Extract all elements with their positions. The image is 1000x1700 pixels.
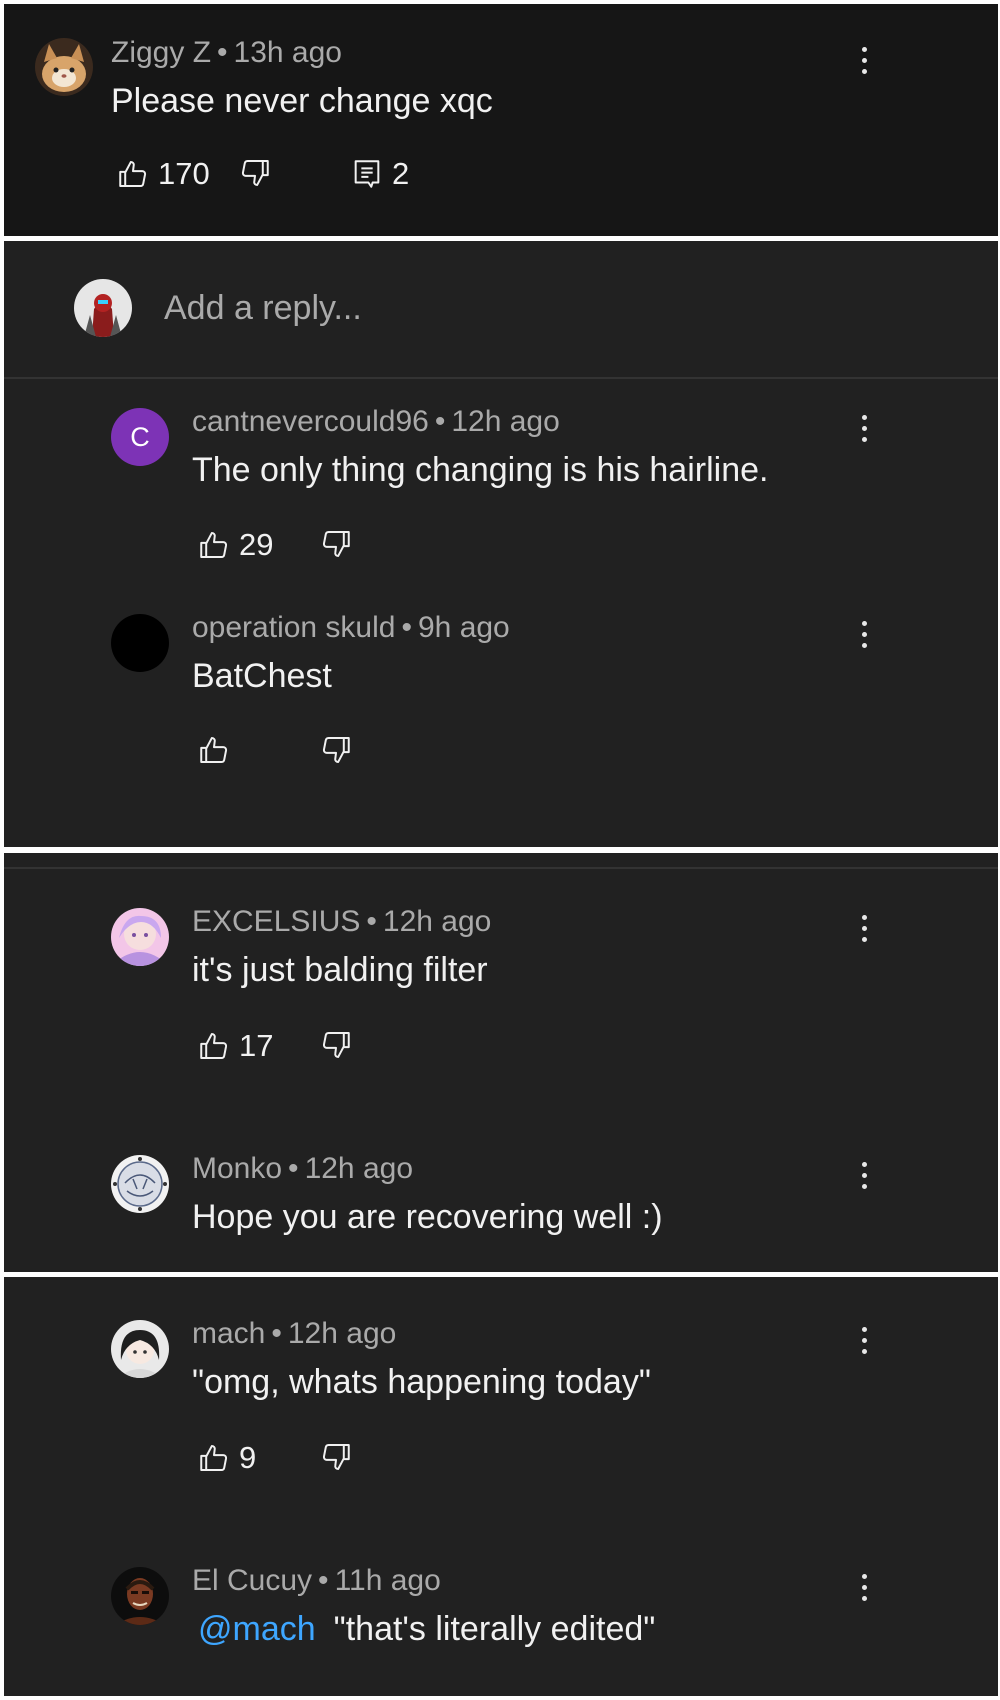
reply-time: 12h ago xyxy=(382,905,492,938)
author-name[interactable]: operation skuld xyxy=(192,611,395,644)
comment-icon xyxy=(350,157,384,191)
like-count: 17 xyxy=(239,1028,274,1063)
author-name[interactable]: mach xyxy=(192,1317,265,1350)
user-avatar xyxy=(74,279,132,337)
like-count: 9 xyxy=(239,1440,257,1475)
dislike-button[interactable] xyxy=(319,733,353,767)
replies-section: mach • 12h ago "omg, whats happening today… xyxy=(4,1277,998,1696)
reply-avatar[interactable] xyxy=(111,614,169,672)
divider xyxy=(4,377,998,379)
replies-section: EXCELSIUS • 12h ago it's just balding filt… xyxy=(4,853,998,1272)
mention-link[interactable]: @mach xyxy=(198,1610,316,1648)
thumb-down-icon xyxy=(319,1028,353,1062)
anime-girl-avatar-icon xyxy=(111,1320,169,1378)
reply-button[interactable]: 2 xyxy=(350,156,409,192)
thumb-up-icon xyxy=(197,733,231,767)
replies-section: Add a reply... C cantnevercould96 • 12h ag… xyxy=(4,241,998,847)
cat-avatar-icon xyxy=(35,38,93,96)
reply-avatar[interactable] xyxy=(111,1155,169,1213)
thumb-down-icon xyxy=(319,1440,353,1474)
dislike-button[interactable] xyxy=(238,156,272,190)
divider xyxy=(4,867,998,869)
author-name[interactable]: Monko xyxy=(192,1152,282,1185)
reply-text: @mach "that's literally edited" xyxy=(192,1610,655,1649)
more-vert-icon[interactable] xyxy=(849,1562,879,1612)
man-avatar-icon xyxy=(111,1567,169,1625)
thumb-up-icon xyxy=(197,528,231,562)
more-vert-icon[interactable] xyxy=(849,403,879,453)
sketch-avatar-icon xyxy=(111,1155,169,1213)
thumb-up-icon xyxy=(197,1029,231,1063)
dislike-button[interactable] xyxy=(319,1028,353,1062)
reply-time: 11h ago xyxy=(334,1564,441,1597)
reply-avatar[interactable]: C xyxy=(111,408,169,466)
thumb-down-icon xyxy=(238,156,272,190)
reply-meta: El Cucuy • 11h ago xyxy=(192,1564,441,1597)
thumb-up-icon xyxy=(197,1441,231,1475)
thumb-up-icon xyxy=(116,157,150,191)
like-button[interactable]: 17 xyxy=(197,1028,273,1064)
reply-time: 9h ago xyxy=(417,611,510,644)
more-vert-icon[interactable] xyxy=(849,1150,879,1200)
like-button[interactable]: 29 xyxy=(197,527,273,563)
robot-avatar-icon xyxy=(74,279,132,337)
more-vert-icon[interactable] xyxy=(849,1315,879,1365)
reply-text: "omg, whats happening today" xyxy=(192,1363,651,1401)
reply-time: 12h ago xyxy=(451,405,560,438)
like-button[interactable] xyxy=(197,733,231,767)
author-name[interactable]: El Cucuy xyxy=(192,1564,312,1597)
main-comment: Ziggy Z • 13h ago Please never change xqc … xyxy=(4,4,998,236)
more-vert-icon[interactable] xyxy=(849,609,879,659)
reply-meta: EXCELSIUS • 12h ago xyxy=(192,905,492,938)
dislike-button[interactable] xyxy=(319,1440,353,1474)
comment-text: Please never change xqc xyxy=(111,82,493,120)
reply-text: BatChest xyxy=(192,657,332,695)
reply-text-content: "that's literally edited" xyxy=(333,1610,656,1648)
anime-avatar-icon xyxy=(111,908,169,966)
reply-meta: operation skuld • 9h ago xyxy=(192,611,510,644)
author-name[interactable]: Ziggy Z xyxy=(111,36,211,69)
reply-avatar[interactable] xyxy=(111,908,169,966)
reply-text: The only thing changing is his hairline. xyxy=(192,451,769,489)
author-name[interactable]: cantnevercould96 xyxy=(192,405,429,438)
commenter-avatar[interactable] xyxy=(35,38,93,96)
reply-meta: mach • 12h ago xyxy=(192,1317,397,1350)
like-count: 29 xyxy=(239,527,274,562)
reply-text: it's just balding filter xyxy=(192,951,488,989)
add-reply-input[interactable]: Add a reply... xyxy=(164,289,362,328)
reply-meta: Monko • 12h ago xyxy=(192,1152,414,1185)
reply-time: 12h ago xyxy=(304,1152,414,1185)
like-button[interactable]: 170 xyxy=(116,156,210,192)
reply-avatar[interactable] xyxy=(111,1320,169,1378)
reply-meta: cantnevercould96 • 12h ago xyxy=(192,405,560,438)
comment-time: 13h ago xyxy=(233,36,342,69)
more-vert-icon[interactable] xyxy=(849,35,879,85)
like-button[interactable]: 9 xyxy=(197,1440,256,1476)
reply-time: 12h ago xyxy=(287,1317,397,1350)
comment-meta: Ziggy Z • 13h ago xyxy=(111,36,342,69)
author-name[interactable]: EXCELSIUS xyxy=(192,905,360,938)
thumb-down-icon xyxy=(319,733,353,767)
reply-avatar[interactable] xyxy=(111,1567,169,1625)
more-vert-icon[interactable] xyxy=(849,903,879,953)
reply-count: 2 xyxy=(392,156,410,191)
reply-text: Hope you are recovering well :) xyxy=(192,1198,663,1236)
avatar-letter: C xyxy=(130,421,150,452)
like-count: 170 xyxy=(158,156,210,191)
thumb-down-icon xyxy=(319,527,353,561)
dislike-button[interactable] xyxy=(319,527,353,561)
